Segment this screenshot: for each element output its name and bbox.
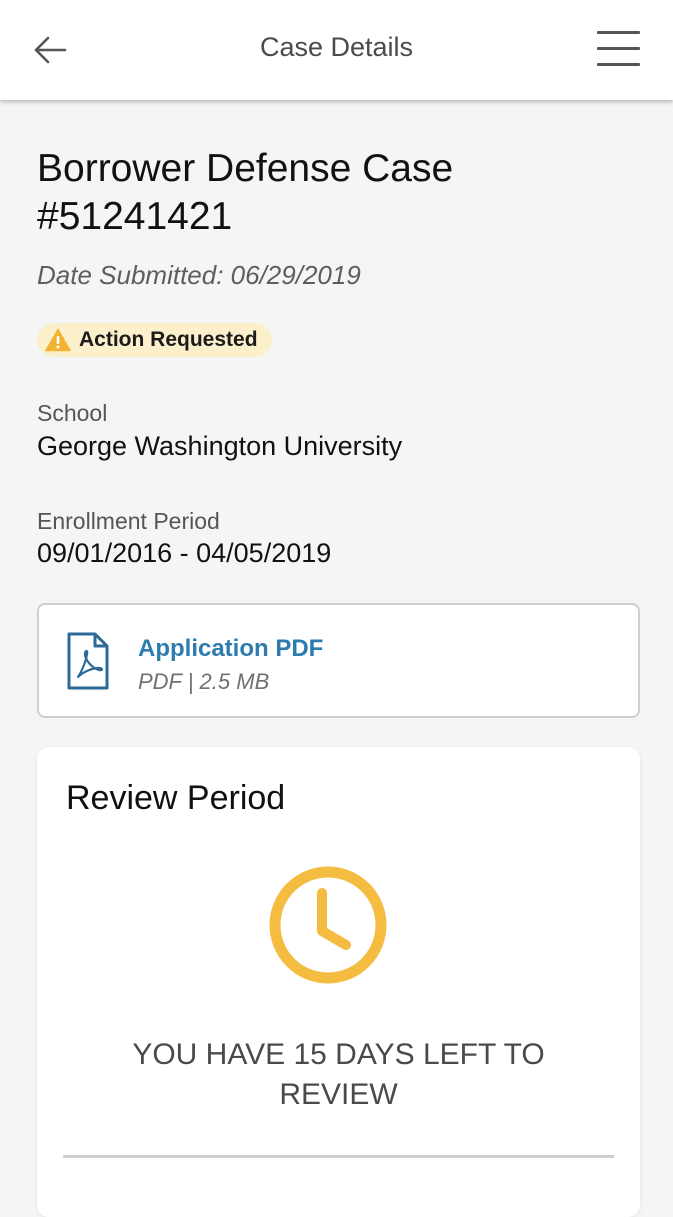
status-badge: Action Requested (37, 323, 272, 357)
school-value: George Washington University (37, 431, 403, 461)
pdf-file-meta: PDF | 2.5 MB (138, 669, 270, 694)
review-period-card: Review Period YOU HAVE 15 DAYS LEFT TO R… (37, 747, 640, 1217)
menu-button[interactable] (594, 28, 642, 70)
page-title: Case Details (259, 32, 414, 62)
warning-icon (45, 328, 71, 352)
enrollment-period-value: 09/01/2016 - 04/05/2019 (37, 538, 332, 568)
date-submitted: Date Submitted: 06/29/2019 (37, 260, 361, 290)
divider (63, 1155, 614, 1158)
status-badge-label: Action Requested (79, 328, 258, 351)
pdf-file-icon (67, 632, 109, 690)
application-pdf-card[interactable]: Application PDF PDF | 2.5 MB (37, 603, 640, 718)
hamburger-menu-icon (597, 31, 640, 34)
review-period-title: Review Period (66, 779, 286, 817)
review-days-left: YOU HAVE 15 DAYS LEFT TO REVIEW (132, 1038, 545, 1111)
application-pdf-link[interactable]: Application PDF (138, 635, 323, 663)
school-label: School (37, 400, 108, 426)
top-app-bar: Case Details (0, 0, 673, 100)
clock-icon (269, 866, 387, 984)
case-title: Borrower Defense Case #51241421 (37, 147, 454, 238)
enrollment-period-label: Enrollment Period (37, 508, 220, 534)
